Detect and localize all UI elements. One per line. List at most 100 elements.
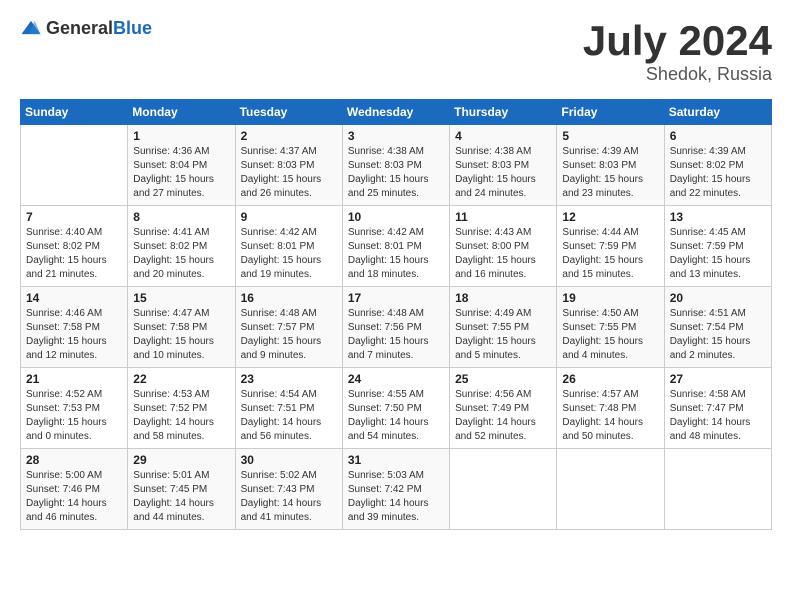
day-number: 26 [562,372,658,386]
day-info: Sunrise: 4:57 AM Sunset: 7:48 PM Dayligh… [562,388,658,444]
logo: GeneralBlue [20,18,152,40]
day-number: 18 [455,291,551,305]
day-info: Sunrise: 4:46 AM Sunset: 7:58 PM Dayligh… [26,307,122,363]
day-info: Sunrise: 5:01 AM Sunset: 7:45 PM Dayligh… [133,469,229,525]
day-number: 3 [348,129,444,143]
day-number: 22 [133,372,229,386]
calendar-table: SundayMondayTuesdayWednesdayThursdayFrid… [20,99,772,530]
day-info: Sunrise: 4:56 AM Sunset: 7:49 PM Dayligh… [455,388,551,444]
day-number: 15 [133,291,229,305]
page-header: GeneralBlue July 2024 Shedok, Russia [20,18,772,85]
day-number: 21 [26,372,122,386]
calendar-cell: 30 Sunrise: 5:02 AM Sunset: 7:43 PM Dayli… [235,449,342,530]
weekday-header-row: SundayMondayTuesdayWednesdayThursdayFrid… [21,100,772,125]
day-number: 5 [562,129,658,143]
day-info: Sunrise: 4:42 AM Sunset: 8:01 PM Dayligh… [241,226,337,282]
calendar-cell: 24Sunrise: 4:55 AM Sunset: 7:50 PM Dayli… [342,368,449,449]
calendar-cell: 20 Sunrise: 4:51 AM Sunset: 7:54 PM Dayli… [664,287,771,368]
day-info: Sunrise: 4:50 AM Sunset: 7:55 PM Dayligh… [562,307,658,363]
day-number: 4 [455,129,551,143]
day-info: Sunrise: 4:54 AM Sunset: 7:51 PM Dayligh… [241,388,337,444]
day-info: Sunrise: 4:39 AM Sunset: 8:02 PM Dayligh… [670,145,766,201]
day-number: 6 [670,129,766,143]
day-number: 14 [26,291,122,305]
day-info: Sunrise: 4:39 AM Sunset: 8:03 PM Dayligh… [562,145,658,201]
calendar-cell: 3 Sunrise: 4:38 AM Sunset: 8:03 PM Daylig… [342,125,449,206]
logo-text: GeneralBlue [46,19,152,39]
day-number: 23 [241,372,337,386]
day-number: 29 [133,453,229,467]
day-info: Sunrise: 4:45 AM Sunset: 7:59 PM Dayligh… [670,226,766,282]
day-info: Sunrise: 5:02 AM Sunset: 7:43 PM Dayligh… [241,469,337,525]
calendar-cell: 19 Sunrise: 4:50 AM Sunset: 7:55 PM Dayli… [557,287,664,368]
weekday-header-tuesday: Tuesday [235,100,342,125]
day-info: Sunrise: 5:00 AM Sunset: 7:46 PM Dayligh… [26,469,122,525]
day-number: 30 [241,453,337,467]
calendar-cell: 15 Sunrise: 4:47 AM Sunset: 7:58 PM Dayli… [128,287,235,368]
calendar-cell: 17 Sunrise: 4:48 AM Sunset: 7:56 PM Dayli… [342,287,449,368]
day-number: 17 [348,291,444,305]
day-number: 19 [562,291,658,305]
title-block: July 2024 Shedok, Russia [583,18,772,85]
weekday-header-wednesday: Wednesday [342,100,449,125]
day-info: Sunrise: 4:38 AM Sunset: 8:03 PM Dayligh… [348,145,444,201]
calendar-cell: 14 Sunrise: 4:46 AM Sunset: 7:58 PM Dayli… [21,287,128,368]
calendar-cell: 18 Sunrise: 4:49 AM Sunset: 7:55 PM Dayli… [450,287,557,368]
day-number: 13 [670,210,766,224]
calendar-cell: 27 Sunrise: 4:58 AM Sunset: 7:47 PM Dayli… [664,368,771,449]
calendar-cell: 28 Sunrise: 5:00 AM Sunset: 7:46 PM Dayli… [21,449,128,530]
day-number: 7 [26,210,122,224]
day-number: 20 [670,291,766,305]
day-info: Sunrise: 4:55 AM Sunset: 7:50 PM Dayligh… [348,388,444,444]
day-number: 1 [133,129,229,143]
weekday-header-friday: Friday [557,100,664,125]
logo-blue: Blue [113,18,152,38]
day-number: 8 [133,210,229,224]
calendar-cell: 11Sunrise: 4:43 AM Sunset: 8:00 PM Dayli… [450,206,557,287]
calendar-cell: 31Sunrise: 5:03 AM Sunset: 7:42 PM Dayli… [342,449,449,530]
calendar-cell: 9Sunrise: 4:42 AM Sunset: 8:01 PM Daylig… [235,206,342,287]
calendar-cell: 6 Sunrise: 4:39 AM Sunset: 8:02 PM Daylig… [664,125,771,206]
weekday-header-sunday: Sunday [21,100,128,125]
day-number: 16 [241,291,337,305]
calendar-cell [664,449,771,530]
calendar-title: July 2024 [583,18,772,64]
day-number: 25 [455,372,551,386]
calendar-week-row: 21 Sunrise: 4:52 AM Sunset: 7:53 PM Dayli… [21,368,772,449]
page-container: GeneralBlue July 2024 Shedok, Russia Sun… [0,0,792,540]
calendar-week-row: 28 Sunrise: 5:00 AM Sunset: 7:46 PM Dayli… [21,449,772,530]
calendar-cell: 25 Sunrise: 4:56 AM Sunset: 7:49 PM Dayli… [450,368,557,449]
calendar-week-row: 14 Sunrise: 4:46 AM Sunset: 7:58 PM Dayli… [21,287,772,368]
day-info: Sunrise: 4:43 AM Sunset: 8:00 PM Dayligh… [455,226,551,282]
day-info: Sunrise: 4:49 AM Sunset: 7:55 PM Dayligh… [455,307,551,363]
calendar-cell: 12Sunrise: 4:44 AM Sunset: 7:59 PM Dayli… [557,206,664,287]
day-number: 10 [348,210,444,224]
day-info: Sunrise: 4:48 AM Sunset: 7:56 PM Dayligh… [348,307,444,363]
day-info: Sunrise: 5:03 AM Sunset: 7:42 PM Dayligh… [348,469,444,525]
calendar-cell: 13 Sunrise: 4:45 AM Sunset: 7:59 PM Dayli… [664,206,771,287]
calendar-cell: 16Sunrise: 4:48 AM Sunset: 7:57 PM Dayli… [235,287,342,368]
calendar-cell [557,449,664,530]
calendar-cell: 21 Sunrise: 4:52 AM Sunset: 7:53 PM Dayli… [21,368,128,449]
day-info: Sunrise: 4:42 AM Sunset: 8:01 PM Dayligh… [348,226,444,282]
calendar-week-row: 7 Sunrise: 4:40 AM Sunset: 8:02 PM Daylig… [21,206,772,287]
day-number: 12 [562,210,658,224]
day-info: Sunrise: 4:37 AM Sunset: 8:03 PM Dayligh… [241,145,337,201]
logo-icon [20,18,42,40]
day-number: 28 [26,453,122,467]
calendar-week-row: 1Sunrise: 4:36 AM Sunset: 8:04 PM Daylig… [21,125,772,206]
day-info: Sunrise: 4:51 AM Sunset: 7:54 PM Dayligh… [670,307,766,363]
day-number: 2 [241,129,337,143]
weekday-header-thursday: Thursday [450,100,557,125]
calendar-cell: 22Sunrise: 4:53 AM Sunset: 7:52 PM Dayli… [128,368,235,449]
weekday-header-monday: Monday [128,100,235,125]
day-info: Sunrise: 4:40 AM Sunset: 8:02 PM Dayligh… [26,226,122,282]
day-info: Sunrise: 4:47 AM Sunset: 7:58 PM Dayligh… [133,307,229,363]
calendar-location: Shedok, Russia [583,64,772,85]
calendar-cell: 1Sunrise: 4:36 AM Sunset: 8:04 PM Daylig… [128,125,235,206]
day-number: 27 [670,372,766,386]
calendar-cell: 8Sunrise: 4:41 AM Sunset: 8:02 PM Daylig… [128,206,235,287]
logo-general: General [46,18,113,38]
day-info: Sunrise: 4:52 AM Sunset: 7:53 PM Dayligh… [26,388,122,444]
day-info: Sunrise: 4:58 AM Sunset: 7:47 PM Dayligh… [670,388,766,444]
